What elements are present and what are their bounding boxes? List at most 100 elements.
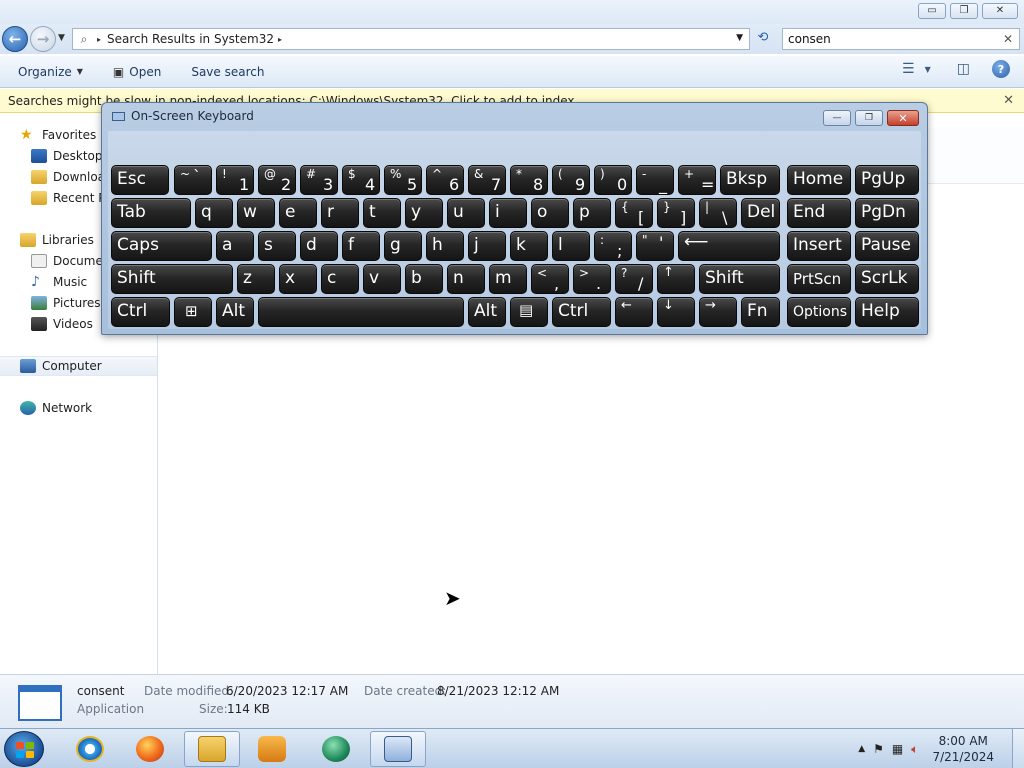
key-i[interactable]: i: [489, 198, 527, 228]
key-b[interactable]: b: [405, 264, 443, 294]
close-infobar-icon[interactable]: ✕: [1003, 93, 1014, 108]
windows-explorer-icon[interactable]: [184, 731, 240, 767]
key-scrlk[interactable]: ScrLk: [855, 264, 919, 294]
key-3[interactable]: #3: [300, 165, 338, 195]
key-up-arrow[interactable]: ↑: [657, 264, 695, 294]
nav-music[interactable]: ♪ Music: [0, 272, 87, 292]
nav-favorites[interactable]: ★ Favorites: [0, 125, 96, 145]
nav-network[interactable]: Network: [0, 398, 92, 418]
key-enter[interactable]: ⟵: [678, 231, 780, 261]
search-box[interactable]: ✕: [782, 28, 1020, 50]
key-tab[interactable]: Tab: [111, 198, 191, 228]
key-left-bracket[interactable]: {[: [615, 198, 653, 228]
key-pgdn[interactable]: PgDn: [855, 198, 919, 228]
key-slash[interactable]: ? /: [615, 264, 653, 294]
breadcrumb[interactable]: Search Results in System32: [107, 32, 274, 46]
forward-button[interactable]: →: [30, 26, 56, 52]
key-q[interactable]: q: [195, 198, 233, 228]
views-dropdown-icon[interactable]: ▼: [925, 65, 931, 74]
key-left-shift[interactable]: Shift: [111, 264, 233, 294]
address-bar[interactable]: ⌕ ▸ Search Results in System32 ▸ ▼: [72, 28, 750, 50]
key-s[interactable]: s: [258, 231, 296, 261]
back-button[interactable]: ←: [2, 26, 28, 52]
key-u[interactable]: u: [447, 198, 485, 228]
key-f[interactable]: f: [342, 231, 380, 261]
key-period[interactable]: >.: [573, 264, 611, 294]
search-input[interactable]: [788, 32, 988, 46]
key-space[interactable]: [258, 297, 464, 327]
key-menu[interactable]: ▤: [510, 297, 548, 327]
key-g[interactable]: g: [384, 231, 422, 261]
key-backslash[interactable]: | \: [699, 198, 737, 228]
key-esc[interactable]: Esc: [111, 165, 169, 195]
key-j[interactable]: j: [468, 231, 506, 261]
key-right-shift[interactable]: Shift: [699, 264, 780, 294]
key-o[interactable]: o: [531, 198, 569, 228]
key-backspace[interactable]: Bksp: [720, 165, 780, 195]
nav-libraries[interactable]: Libraries: [0, 230, 94, 250]
key-right-arrow[interactable]: →: [699, 297, 737, 327]
breadcrumb-chevron-icon[interactable]: ▸: [278, 35, 282, 44]
clock[interactable]: 8:00 AM 7/21/2024: [932, 733, 994, 765]
osk-titlebar[interactable]: On-Screen Keyboard — ❐ ✕: [102, 103, 927, 129]
network-tray-icon[interactable]: ▦: [892, 742, 903, 756]
key-r[interactable]: r: [321, 198, 359, 228]
key-prtscn[interactable]: PrtScn: [787, 264, 851, 294]
key-right-alt[interactable]: Alt: [468, 297, 506, 327]
nav-computer[interactable]: Computer: [0, 356, 157, 376]
recent-pages-dropdown[interactable]: ▼: [58, 33, 65, 43]
key-home[interactable]: Home: [787, 165, 851, 195]
key-right-ctrl[interactable]: Ctrl: [552, 297, 611, 327]
key-n[interactable]: n: [447, 264, 485, 294]
key-del[interactable]: Del: [741, 198, 780, 228]
key-1[interactable]: ! 1: [216, 165, 254, 195]
key-8[interactable]: * 8: [510, 165, 548, 195]
on-screen-keyboard-taskbar-icon[interactable]: [370, 731, 426, 767]
key-pgup[interactable]: PgUp: [855, 165, 919, 195]
key-4[interactable]: $4: [342, 165, 380, 195]
key-left-alt[interactable]: Alt: [216, 297, 254, 327]
key-left-arrow[interactable]: ←: [615, 297, 653, 327]
minimize-button[interactable]: ▭: [918, 3, 946, 19]
show-desktop-button[interactable]: [1012, 729, 1024, 768]
nav-pictures[interactable]: Pictures: [0, 293, 101, 313]
key-c[interactable]: c: [321, 264, 359, 294]
key-left-ctrl[interactable]: Ctrl: [111, 297, 170, 327]
key-d[interactable]: d: [300, 231, 338, 261]
explorer-titlebar[interactable]: ▭ ❐ ✕: [0, 0, 1024, 24]
key-7[interactable]: & 7: [468, 165, 506, 195]
key-caps[interactable]: Caps: [111, 231, 212, 261]
key-5[interactable]: % 5: [384, 165, 422, 195]
key-plus[interactable]: + =: [678, 165, 716, 195]
key-windows[interactable]: ⊞: [174, 297, 212, 327]
key-pause[interactable]: Pause: [855, 231, 919, 261]
media-player-icon[interactable]: [244, 731, 300, 767]
osk-restore-button[interactable]: ❐: [855, 110, 883, 126]
green-app-icon[interactable]: [308, 731, 364, 767]
key-down-arrow[interactable]: ↓: [657, 297, 695, 327]
key-w[interactable]: w: [237, 198, 275, 228]
refresh-icon[interactable]: ⟲: [752, 30, 774, 50]
key-6[interactable]: ^ 6: [426, 165, 464, 195]
key-quote[interactable]: " ': [636, 231, 674, 261]
key-semicolon[interactable]: :;: [594, 231, 632, 261]
key-e[interactable]: e: [279, 198, 317, 228]
key-minus[interactable]: - _: [636, 165, 674, 195]
start-button[interactable]: [4, 731, 44, 767]
open-button[interactable]: ▣ Open: [113, 65, 161, 79]
key-insert[interactable]: Insert: [787, 231, 851, 261]
volume-muted-icon[interactable]: 🔈︎: [911, 742, 918, 757]
osk-minimize-button[interactable]: —: [823, 110, 851, 126]
key-v[interactable]: v: [363, 264, 401, 294]
key-options[interactable]: Options: [787, 297, 851, 327]
key-9[interactable]: (9: [552, 165, 590, 195]
key-end[interactable]: End: [787, 198, 851, 228]
help-icon[interactable]: ?: [992, 60, 1010, 78]
key-x[interactable]: x: [279, 264, 317, 294]
breadcrumb-separator[interactable]: ▸: [97, 35, 101, 44]
key-a[interactable]: a: [216, 231, 254, 261]
show-hidden-icons-icon[interactable]: ▲: [858, 744, 865, 754]
key-y[interactable]: y: [405, 198, 443, 228]
firefox-icon[interactable]: [122, 731, 178, 767]
key-z[interactable]: z: [237, 264, 275, 294]
